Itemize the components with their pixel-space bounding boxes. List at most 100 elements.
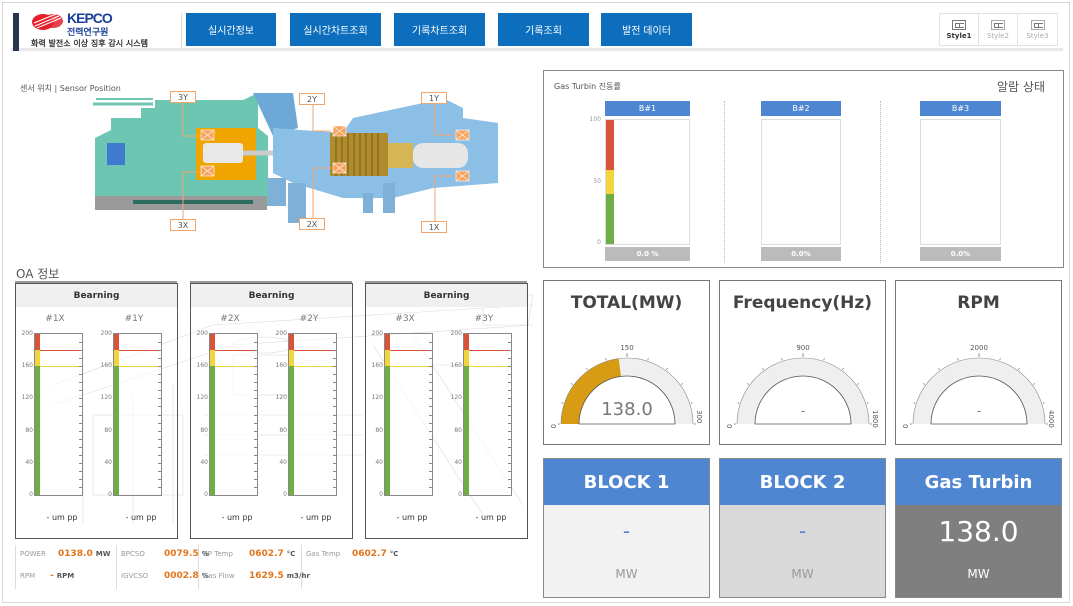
- gauge-minor-tick: [508, 350, 511, 352]
- system-title: 화력 발전소 이상 징후 감시 시스템: [31, 39, 148, 48]
- danger-band: [210, 334, 215, 351]
- gauge-minor-tick: [508, 486, 511, 488]
- gauge-minor-tick: [254, 470, 257, 472]
- gauge-minor-tick: [79, 358, 82, 360]
- bearing-panel-1: Bearning #1X 200 160 120 80 40 0 - um pp #1Y: [15, 283, 178, 539]
- stat-unit: °C: [389, 550, 399, 558]
- gauge-value: -: [396, 513, 400, 522]
- stat-unit: MW: [95, 550, 111, 558]
- gauge-minor-tick: [508, 358, 511, 360]
- block2-card: BLOCK 2 - MW: [719, 458, 886, 598]
- frequency-gauge-card: Frequency(Hz) 900 0 1800 -: [719, 280, 886, 445]
- style2-button[interactable]: Style2: [979, 14, 1018, 45]
- gauge-tick-label: 0: [379, 491, 383, 498]
- sensor-tag-1y[interactable]: 1Y: [421, 92, 447, 104]
- nav-history-search[interactable]: 기록조회: [498, 13, 589, 46]
- stat-item: POWER 0138.0 MW: [20, 549, 110, 561]
- gauge-tick-label: 80: [25, 426, 33, 434]
- bearing-b3-header: B#3: [920, 101, 1001, 116]
- block1-title: BLOCK 1: [544, 459, 709, 505]
- nav-generation-data[interactable]: 발전 데이터: [601, 13, 692, 46]
- stat-label: BP Temp: [203, 550, 233, 558]
- gauge-unit: um pp: [130, 513, 157, 522]
- warning-threshold-line: [294, 366, 336, 368]
- gauge-tick-label: 40: [375, 458, 383, 466]
- gauge-minor-tick: [158, 342, 161, 344]
- gauge-minor-tick: [254, 406, 257, 408]
- warning-threshold-line: [390, 366, 432, 368]
- gauge-minor-tick: [254, 366, 257, 368]
- kepco-logo[interactable]: KEPCO 전력연구원 화력 발전소 이상 징후 감시 시스템: [31, 10, 181, 51]
- style3-button[interactable]: Style3: [1018, 14, 1057, 45]
- gauge-minor-tick: [508, 382, 511, 384]
- gauge-minor-tick: [79, 398, 82, 400]
- stats-group: BP Temp 0602.7 °C Gas Flow 1629.5 m3/hr: [198, 545, 310, 589]
- gauge-tick-label: 40: [200, 458, 208, 466]
- gauge-mid-label: 900: [796, 344, 809, 352]
- gauge-minor-tick: [429, 342, 432, 344]
- style1-button[interactable]: Style1: [940, 14, 979, 45]
- gauge-minor-tick: [254, 350, 257, 352]
- gauge-tick-label: 200: [196, 330, 208, 337]
- alarm-subtitle: Gas Turbin 진동률: [554, 82, 621, 91]
- gauge-minor-tick: [254, 454, 257, 456]
- gauge-box: 200 160 120 80 40 0: [276, 330, 337, 498]
- gauge-tick: [913, 402, 916, 404]
- nav-realtime-info[interactable]: 실시간정보: [186, 13, 276, 46]
- style1-label: Style1: [946, 31, 972, 40]
- gauge-tick: [957, 358, 959, 361]
- vibration-gauge: #1X 200 160 120 80 40 0 - um pp: [20, 311, 90, 522]
- stat-value: 0002.8: [164, 571, 199, 581]
- gauge-minor-tick: [508, 342, 511, 344]
- normal-band: [210, 366, 215, 495]
- gauge-tick-label: 200: [450, 330, 462, 337]
- gauge-tick: [938, 367, 940, 371]
- stats-group: Gas Temp 0602.7 °C: [301, 545, 401, 589]
- app-frame: KEPCO 전력연구원 화력 발전소 이상 징후 감시 시스템 실시간정보 실시…: [2, 2, 1070, 603]
- gauge-minor-tick: [429, 390, 432, 392]
- gauge-value: 138.0: [601, 399, 653, 420]
- nav-realtime-chart[interactable]: 실시간차트조회: [290, 13, 381, 46]
- gauge-minor-tick: [508, 454, 511, 456]
- normal-band: [464, 366, 469, 495]
- alarm-title: 알람 상태: [997, 80, 1045, 94]
- gauge-minor-tick: [254, 422, 257, 424]
- warning-band: [464, 350, 469, 367]
- gauge-min-label: 0: [725, 424, 733, 428]
- warning-threshold-line: [469, 366, 511, 368]
- gauge-minor-tick: [158, 366, 161, 368]
- normal-band: [385, 366, 390, 495]
- nav-history-chart[interactable]: 기록차트조회: [394, 13, 485, 46]
- gauge-tick: [842, 367, 844, 371]
- gauge-minor-tick: [333, 382, 336, 384]
- gauge-minor-tick: [158, 462, 161, 464]
- block2-unit: MW: [791, 567, 814, 581]
- gauge-tick-label: 200: [21, 330, 33, 337]
- gauge-minor-tick: [254, 342, 257, 344]
- warning-band: [114, 350, 119, 367]
- gauge-minor-tick: [79, 382, 82, 384]
- sensor-tag-3y[interactable]: 3Y: [170, 91, 196, 103]
- gauge-minor-tick: [79, 462, 82, 464]
- bearing-separator: [880, 101, 881, 263]
- bearing-b2-value: 0.0%: [761, 247, 841, 261]
- stat-value: 0602.7: [249, 549, 284, 559]
- sensor-tag-3x[interactable]: 3X: [170, 219, 196, 231]
- bearing-b3-chart: [920, 119, 1001, 245]
- sensor-tag-1x[interactable]: 1X: [421, 221, 447, 233]
- gauge-minor-tick: [254, 358, 257, 360]
- sensor-tag-2y[interactable]: 2Y: [299, 93, 325, 105]
- gauge-tick-label: 0: [458, 491, 462, 498]
- gauge-unit: um pp: [51, 513, 78, 522]
- oa-title: OA 정보: [16, 267, 60, 281]
- gauge-minor-tick: [158, 358, 161, 360]
- gauge-minor-tick: [333, 406, 336, 408]
- block1-unit: MW: [615, 567, 638, 581]
- b1-normal-band: [606, 194, 614, 244]
- gauge-tick-label: 80: [375, 426, 383, 434]
- gauge-minor-tick: [508, 470, 511, 472]
- gauge-tick: [922, 383, 926, 385]
- style-switcher: Style1 Style2 Style3: [939, 13, 1058, 46]
- gauge-tick-label: 160: [100, 362, 112, 370]
- sensor-tag-2x[interactable]: 2X: [299, 218, 325, 230]
